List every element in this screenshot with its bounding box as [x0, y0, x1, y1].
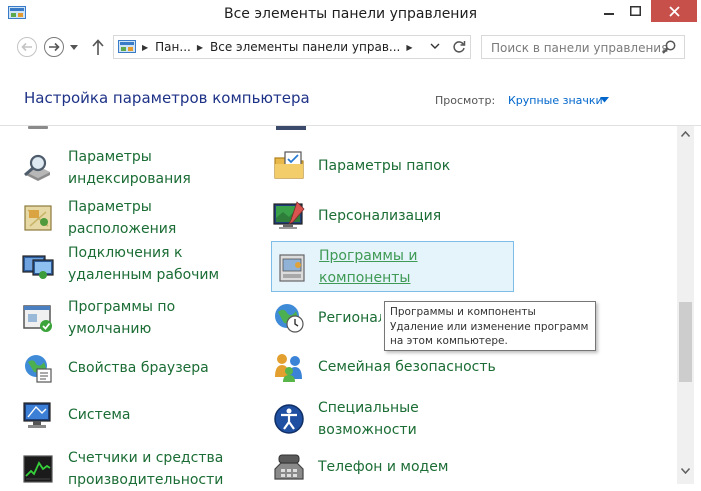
- maximize-button[interactable]: [622, 0, 648, 22]
- search-icon[interactable]: [661, 39, 677, 55]
- search-input[interactable]: Поиск в панели управления: [481, 35, 685, 59]
- indexing-options-icon: [24, 154, 50, 181]
- cp-item-programs-features[interactable]: Программы и компоненты: [271, 241, 514, 292]
- cp-item-label: Региональные стандарты: [318, 310, 381, 326]
- title-bar: Все элементы панели управления: [0, 0, 701, 30]
- back-button[interactable]: [17, 37, 37, 57]
- minimize-icon: [604, 13, 614, 15]
- default-programs-icon: [23, 305, 52, 332]
- navigation-bar: ▶ Пан... ▶ Все элементы панели управ... …: [0, 30, 701, 64]
- cp-item-internet-options[interactable]: Свойства браузера: [20, 350, 209, 386]
- system-icon: [23, 402, 51, 428]
- partial-icon-left: [28, 126, 48, 129]
- breadcrumb-item[interactable]: Все элементы панели управ...: [210, 40, 400, 54]
- header-divider: [0, 125, 701, 126]
- cp-item-label: Специальные возможности: [318, 400, 419, 438]
- ease-of-access-icon: [274, 404, 304, 434]
- cp-item-label: Параметры папок: [318, 158, 451, 174]
- close-icon: [668, 5, 680, 17]
- page-title: Настройка параметров компьютера: [24, 89, 310, 107]
- address-bar[interactable]: ▶ Пан... ▶ Все элементы панели управ... …: [113, 35, 471, 59]
- view-by-label: Просмотр:: [435, 94, 496, 107]
- search-placeholder: Поиск в панели управления: [491, 41, 669, 55]
- control-panel-icon: [118, 40, 136, 53]
- cp-item-label: Программы по умолчанию: [68, 299, 176, 337]
- recent-locations-icon[interactable]: [70, 45, 78, 50]
- cp-item-remote-desktop[interactable]: Подключения к удаленным рабочим: [20, 242, 219, 286]
- phone-modem-icon: [274, 454, 304, 480]
- back-arrow-icon: [21, 42, 32, 52]
- tooltip-title: Программы и компоненты: [390, 306, 536, 318]
- cp-item-indexing[interactable]: Параметры индексирования: [20, 146, 191, 190]
- personalization-icon: [273, 201, 305, 229]
- cp-item-label: Свойства браузера: [68, 360, 209, 376]
- minimize-button[interactable]: [596, 0, 622, 22]
- cp-item-personalization[interactable]: Персонализация: [271, 198, 441, 234]
- close-button[interactable]: [651, 0, 697, 22]
- internet-options-icon: [25, 355, 52, 383]
- cp-item-label: Параметры расположения: [68, 199, 177, 237]
- cp-item-label: Параметры индексирования: [68, 149, 191, 187]
- cp-item-label: Счетчики и средства производительности: [68, 450, 224, 488]
- partial-icon-right: [276, 126, 306, 130]
- vertical-scrollbar[interactable]: [677, 126, 694, 484]
- cp-item-performance[interactable]: Счетчики и средства производительности: [20, 447, 223, 491]
- family-safety-icon: [275, 354, 302, 382]
- cp-item-location[interactable]: Параметры расположения: [20, 196, 176, 240]
- forward-button[interactable]: [44, 37, 64, 57]
- breadcrumb-separator-icon[interactable]: ▶: [197, 43, 203, 52]
- cp-item-phone-modem[interactable]: Телефон и модем: [271, 449, 448, 485]
- tooltip: Программы и компоненты Удаление или изме…: [384, 301, 596, 351]
- up-arrow-icon[interactable]: [90, 38, 106, 56]
- region-icon: [275, 304, 304, 333]
- breadcrumb-item[interactable]: Пан...: [155, 40, 191, 54]
- cp-item-label: Телефон и модем: [318, 459, 449, 475]
- breadcrumb-separator-icon[interactable]: ▶: [142, 43, 148, 52]
- cp-item-region[interactable]: Региональные стандарты: [271, 300, 381, 336]
- cp-item-default-programs[interactable]: Программы по умолчанию: [20, 296, 175, 340]
- address-dropdown-icon[interactable]: [430, 41, 440, 51]
- cp-item-ease-of-access[interactable]: Специальные возможности: [271, 397, 419, 441]
- cp-item-family-safety[interactable]: Семейная безопасность: [271, 349, 496, 385]
- scroll-up-icon[interactable]: [681, 131, 690, 137]
- programs-features-icon: [279, 253, 305, 282]
- breadcrumb-separator-icon[interactable]: ▶: [406, 43, 412, 52]
- cp-item-label: Программы и компоненты: [319, 247, 418, 286]
- performance-icon: [23, 455, 53, 483]
- cp-item-label: Подключения к удаленным рабочим: [68, 245, 220, 283]
- tooltip-line: Удаление или изменение программ: [390, 320, 589, 333]
- remote-desktop-icon: [22, 255, 54, 279]
- cp-item-label: Персонализация: [318, 208, 442, 224]
- view-dropdown-arrow-icon[interactable]: [600, 97, 609, 103]
- cp-item-label: Семейная безопасность: [318, 359, 496, 375]
- cp-item-system[interactable]: Система: [20, 397, 130, 433]
- refresh-icon[interactable]: [451, 39, 467, 55]
- scroll-down-icon[interactable]: [681, 468, 690, 474]
- tooltip-line: на этом компьютере.: [390, 335, 508, 347]
- cp-item-folder-options[interactable]: Параметры папок: [271, 148, 450, 184]
- cp-item-label: Система: [68, 407, 131, 423]
- maximize-icon: [629, 6, 641, 16]
- folder-options-icon: [274, 151, 304, 179]
- view-by-dropdown[interactable]: Крупные значки: [508, 94, 603, 107]
- scrollbar-thumb[interactable]: [679, 302, 692, 382]
- location-settings-icon: [24, 205, 52, 231]
- forward-arrow-icon: [49, 42, 60, 52]
